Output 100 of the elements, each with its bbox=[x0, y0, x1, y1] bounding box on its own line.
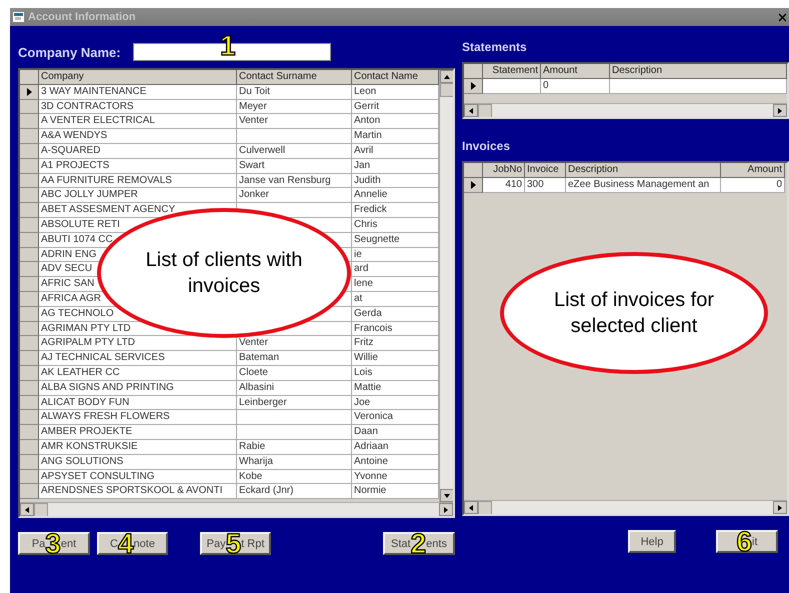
button-label: note bbox=[134, 538, 155, 550]
scroll-thumb[interactable] bbox=[34, 503, 48, 516]
table-cell: Avril bbox=[352, 144, 439, 159]
window-title: Account Information bbox=[28, 11, 137, 23]
column-header[interactable]: JobNo bbox=[483, 163, 525, 178]
scroll-thumb[interactable] bbox=[478, 104, 492, 117]
table-cell: ALWAYS FRESH FLOWERS bbox=[39, 410, 237, 426]
column-header[interactable]: Description bbox=[610, 64, 787, 79]
horizontal-scrollbar[interactable] bbox=[20, 502, 453, 516]
callout-number: 4 bbox=[118, 530, 134, 558]
button-label: C bbox=[110, 538, 118, 550]
scroll-thumb[interactable] bbox=[440, 83, 453, 97]
table-cell: Fritz bbox=[352, 336, 439, 352]
table-cell: Wharija bbox=[237, 454, 352, 470]
section-title: Invoices bbox=[462, 139, 512, 153]
table-cell: Yvonne bbox=[352, 470, 439, 484]
table-cell: Swart bbox=[237, 158, 352, 174]
table-cell: Joe bbox=[352, 396, 439, 410]
column-header[interactable]: Contact Name bbox=[352, 70, 439, 85]
table-cell: Annelie bbox=[352, 188, 439, 204]
table-cell: ALBA SIGNS AND PRINTING bbox=[39, 380, 237, 396]
table-cell: Leinberger bbox=[237, 396, 352, 410]
button-label: t Rpt bbox=[241, 538, 264, 550]
column-header[interactable]: Invoice bbox=[525, 163, 566, 178]
table-cell: A-SQUARED bbox=[39, 144, 237, 159]
table-cell: Francois bbox=[352, 322, 439, 336]
table-cell: ABC JOLLY JUMPER bbox=[39, 188, 237, 204]
horizontal-scrollbar[interactable] bbox=[464, 103, 787, 117]
column-header[interactable]: Contact Surname bbox=[237, 70, 352, 85]
row-selector[interactable] bbox=[464, 178, 483, 193]
table-cell: Veronica bbox=[352, 410, 439, 426]
scroll-left-icon[interactable] bbox=[24, 506, 30, 512]
table-cell: Normie bbox=[352, 484, 439, 500]
column-header[interactable]: Company bbox=[39, 70, 237, 85]
column-header[interactable]: Amount bbox=[541, 64, 610, 79]
table-cell: Cloete bbox=[237, 366, 352, 381]
table-cell: Rabie bbox=[237, 440, 352, 455]
table-cell: ARENDSNES SPORTSKOOL & AVONTI bbox=[39, 484, 237, 500]
table-cell: Mattie bbox=[352, 380, 439, 396]
table-cell: Willie bbox=[352, 351, 439, 366]
table-cell: AA FURNITURE REMOVALS bbox=[39, 174, 237, 188]
scroll-left-icon[interactable] bbox=[468, 504, 474, 510]
scroll-up-icon[interactable] bbox=[444, 74, 450, 80]
table-cell: Eckard (Jnr) bbox=[237, 484, 352, 500]
column-header[interactable]: Statement bbox=[483, 64, 541, 79]
table-cell: Culverwell bbox=[237, 144, 352, 159]
table-cell: AGRIPALM PTY LTD bbox=[39, 336, 237, 352]
callout-number: 3 bbox=[45, 530, 61, 558]
row-pointer-icon bbox=[470, 180, 476, 189]
column-header[interactable]: Amount bbox=[721, 163, 785, 178]
table-cell: AJ TECHNICAL SERVICES bbox=[39, 351, 237, 366]
company-name-label: Company Name: bbox=[18, 44, 121, 60]
table-cell: Du Toit bbox=[237, 84, 352, 100]
close-icon[interactable] bbox=[779, 12, 786, 22]
table-cell: Kobe bbox=[237, 470, 352, 484]
table-cell: Daan bbox=[352, 425, 439, 440]
table-cell: Martin bbox=[352, 129, 439, 144]
table-cell: ALICAT BODY FUN bbox=[39, 396, 237, 410]
button-label: it bbox=[752, 536, 758, 548]
button-label: Stat bbox=[391, 538, 411, 550]
button-label: Help bbox=[640, 536, 664, 548]
row-selector[interactable] bbox=[20, 84, 39, 100]
table-cell: Janse van Rensburg bbox=[237, 174, 352, 188]
table-cell: 0 bbox=[541, 78, 610, 94]
table-cell: eZee Business Management an bbox=[566, 178, 721, 193]
button-label: Pay bbox=[206, 538, 226, 550]
table-cell: A1 PROJECTS bbox=[39, 158, 237, 174]
table-cell: 3D CONTRACTORS bbox=[39, 100, 237, 114]
button[interactable]: Help bbox=[628, 530, 676, 553]
table-cell: Fredick bbox=[352, 203, 439, 218]
table-cell: Gerrit bbox=[352, 100, 439, 114]
table-cell: Chris bbox=[352, 218, 439, 233]
table-cell: 300 bbox=[525, 178, 566, 193]
table-cell: Meyer bbox=[237, 100, 352, 114]
horizontal-scrollbar[interactable] bbox=[464, 500, 787, 514]
vertical-scrollbar[interactable] bbox=[439, 70, 453, 502]
table-cell: 3 WAY MAINTENANCE bbox=[39, 84, 237, 100]
table-cell: AK LEATHER CC bbox=[39, 366, 237, 381]
callout-number: 6 bbox=[736, 528, 752, 556]
button-label: ent bbox=[60, 538, 76, 550]
table-cell: 0 bbox=[721, 178, 785, 193]
scroll-right-icon[interactable] bbox=[443, 506, 449, 512]
scroll-thumb[interactable] bbox=[478, 501, 492, 514]
row-pointer-icon bbox=[26, 88, 32, 96]
scroll-down-icon[interactable] bbox=[444, 492, 450, 498]
table-cell: Jonker bbox=[237, 188, 352, 204]
table-cell: ANG SOLUTIONS bbox=[39, 454, 237, 470]
table-cell: Venter bbox=[237, 336, 352, 352]
scroll-right-icon[interactable] bbox=[777, 504, 783, 510]
section-title: Statements bbox=[462, 40, 528, 54]
callout-number: 5 bbox=[226, 530, 242, 558]
column-header[interactable]: Description bbox=[566, 163, 721, 178]
table-cell: APSYSET CONSULTING bbox=[39, 470, 237, 484]
table-cell: at bbox=[352, 292, 439, 307]
table-cell: Anton bbox=[352, 114, 439, 130]
table-cell: Bateman bbox=[237, 351, 352, 366]
scroll-left-icon[interactable] bbox=[468, 108, 474, 114]
scroll-right-icon[interactable] bbox=[777, 108, 783, 114]
row-selector[interactable] bbox=[464, 78, 483, 94]
table-cell: ard bbox=[352, 262, 439, 278]
